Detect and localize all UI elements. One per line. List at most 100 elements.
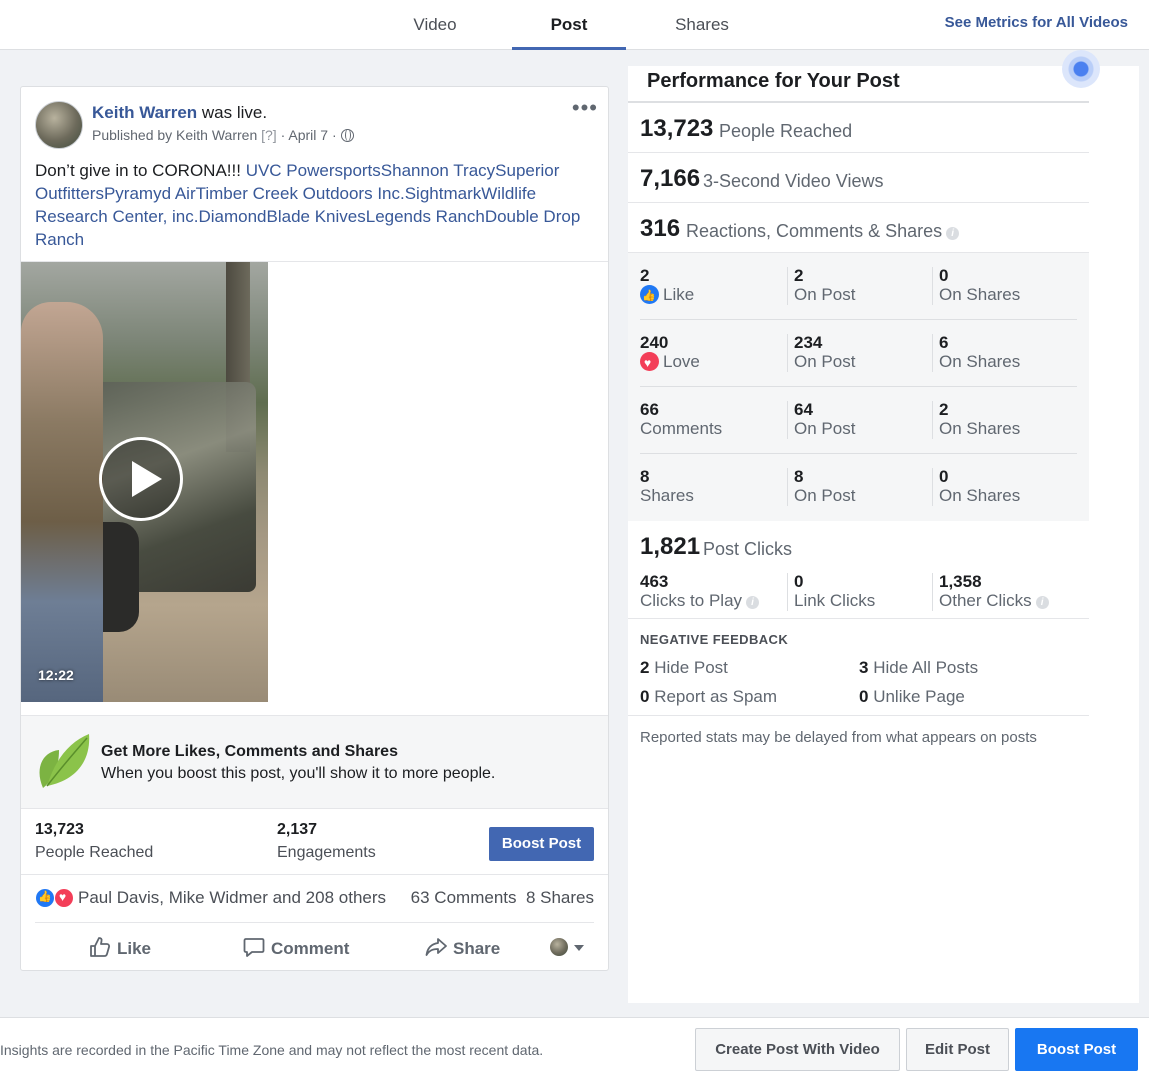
share-label: Share bbox=[453, 939, 501, 958]
video-duration: 12:22 bbox=[38, 667, 74, 683]
comment-share-counts: 63 Comments 8 Shares bbox=[411, 888, 594, 908]
comments-on-post-cell: 64 On Post bbox=[787, 401, 855, 439]
share-button[interactable]: Share bbox=[425, 936, 500, 959]
on-post-label: On Post bbox=[794, 285, 856, 304]
other-clicks-cell: 1,358 Other Clicks i bbox=[932, 573, 1049, 611]
unlike-page-value: 0 bbox=[859, 687, 869, 706]
post-clicks-value: 1,821 bbox=[640, 533, 701, 560]
thumbnail-person bbox=[21, 302, 103, 702]
help-marker[interactable]: [?] bbox=[261, 127, 277, 143]
published-line: Published by Keith Warren [?] · April 7 … bbox=[92, 127, 354, 143]
on-shares-label: On Shares bbox=[939, 285, 1021, 304]
like-button[interactable]: Like bbox=[89, 936, 151, 959]
tag-link[interactable]: UVC Powersports bbox=[246, 161, 381, 180]
info-icon[interactable]: i bbox=[946, 227, 960, 240]
clicks-to-play-label: Clicks to Play i bbox=[640, 591, 760, 611]
engagement-label-text: Reactions, Comments & Shares bbox=[686, 221, 943, 241]
author-line: Keith Warren was live. bbox=[92, 103, 267, 123]
people-reached-row: 13,723 People Reached bbox=[628, 103, 1089, 153]
boost-post-button[interactable]: Boost Post bbox=[489, 827, 594, 861]
boost-promo: Get More Likes, Comments and Shares When… bbox=[21, 715, 608, 809]
comments-on-post-value: 64 bbox=[794, 400, 813, 419]
comment-button[interactable]: Comment bbox=[243, 936, 349, 959]
people-reached-label: People Reached bbox=[35, 844, 154, 861]
engagements-label: Engagements bbox=[277, 844, 376, 861]
shares-on-shares-cell: 0 On Shares bbox=[932, 468, 1020, 506]
promo-title: Get More Likes, Comments and Shares bbox=[101, 743, 398, 760]
play-icon[interactable] bbox=[99, 437, 183, 521]
info-icon[interactable]: i bbox=[1035, 596, 1049, 609]
comments-total-cell: 66 Comments bbox=[640, 401, 722, 439]
top-tab-bar: Video Post Shares See Metrics for All Vi… bbox=[0, 0, 1149, 50]
people-reached-value: 13,723 bbox=[35, 821, 84, 838]
shares-on-post-value: 8 bbox=[794, 467, 804, 486]
tag-link[interactable]: Sightmark bbox=[405, 184, 482, 203]
on-post-label: On Post bbox=[794, 419, 856, 438]
comments-label: Comments bbox=[640, 419, 723, 438]
video-thumbnail[interactable]: 12:22 bbox=[21, 262, 268, 702]
love-on-post-cell: 234 On Post bbox=[787, 334, 855, 372]
link-clicks-cell: 0 Link Clicks bbox=[787, 573, 875, 611]
video-views-value: 7,166 bbox=[640, 165, 701, 192]
video-views-label: 3-Second Video Views bbox=[703, 171, 884, 191]
edit-post-button[interactable]: Edit Post bbox=[906, 1028, 1009, 1071]
reactor-names[interactable]: Paul Davis, Mike Widmer and 208 others bbox=[78, 888, 386, 908]
like-label: Like bbox=[117, 939, 152, 958]
tag-link[interactable]: Legends Ranch bbox=[366, 207, 485, 226]
author-name-link[interactable]: Keith Warren bbox=[92, 103, 197, 122]
reactions-breakdown: 2 Like 2 On Post 0 On Shares 240 Love 23… bbox=[628, 253, 1089, 521]
love-reaction-icon bbox=[640, 352, 659, 373]
boost-post-button[interactable]: Boost Post bbox=[1015, 1028, 1138, 1071]
like-total: 2 bbox=[640, 266, 650, 285]
tag-link[interactable]: Pyramyd Air bbox=[104, 184, 196, 203]
clicks-to-play-cell: 463 Clicks to Play i bbox=[640, 572, 760, 611]
engagement-label: Reactions, Comments & Shares i bbox=[686, 221, 960, 242]
author-avatar[interactable] bbox=[35, 101, 83, 149]
reaction-icons[interactable] bbox=[35, 888, 77, 908]
love-on-post-value: 234 bbox=[794, 333, 823, 352]
hide-post-label: Hide Post bbox=[654, 658, 728, 677]
people-reached-value: 13,723 bbox=[640, 115, 714, 142]
shares-count[interactable]: 8 Shares bbox=[526, 888, 594, 907]
tab-post[interactable]: Post bbox=[512, 0, 626, 50]
tag-link[interactable]: Timber Creek Outdoors Inc. bbox=[196, 184, 405, 203]
report-spam-stat: 0 Report as Spam bbox=[640, 687, 777, 707]
chevron-down-icon[interactable] bbox=[574, 945, 584, 951]
share-icon bbox=[425, 938, 447, 956]
tag-link[interactable]: Shannon Tracy bbox=[381, 161, 495, 180]
post-preview-card: Keith Warren was live. Published by Keit… bbox=[20, 86, 609, 971]
published-by: Published by Keith Warren bbox=[92, 127, 258, 143]
post-date[interactable]: April 7 bbox=[288, 127, 328, 143]
negative-feedback-title: NEGATIVE FEEDBACK bbox=[640, 632, 789, 647]
globe-icon bbox=[340, 129, 354, 142]
on-post-label: On Post bbox=[794, 352, 856, 371]
post-clicks-row: 1,821 Post Clicks bbox=[628, 521, 1089, 571]
profile-avatar-icon[interactable] bbox=[550, 938, 568, 956]
tab-shares[interactable]: Shares bbox=[646, 0, 758, 50]
comment-label: Comment bbox=[271, 939, 350, 958]
tag-link[interactable]: DiamondBlade Knives bbox=[198, 207, 365, 226]
post-stats-row: 13,723 People Reached 2,137 Engagements … bbox=[21, 809, 608, 875]
on-shares-label: On Shares bbox=[939, 419, 1021, 438]
video-area: 12:22 bbox=[21, 261, 608, 702]
breakdown-row-like: 2 Like 2 On Post 0 On Shares bbox=[628, 253, 1089, 320]
delay-note: Reported stats may be delayed from what … bbox=[640, 729, 1037, 746]
post-clicks-label: Post Clicks bbox=[703, 539, 793, 559]
tab-video[interactable]: Video bbox=[380, 0, 490, 50]
create-post-with-video-button[interactable]: Create Post With Video bbox=[695, 1028, 900, 1071]
link-clicks-value: 0 bbox=[794, 572, 804, 591]
clicks-to-play-value: 463 bbox=[640, 572, 669, 591]
comments-count[interactable]: 63 Comments bbox=[411, 888, 517, 907]
breakdown-row-shares: 8 Shares 8 On Post 0 On Shares bbox=[628, 454, 1089, 521]
timezone-note: Insights are recorded in the Pacific Tim… bbox=[0, 1042, 544, 1058]
info-icon[interactable]: i bbox=[746, 596, 760, 609]
love-on-shares-cell: 6 On Shares bbox=[932, 334, 1020, 372]
status-dot-icon bbox=[1062, 50, 1100, 88]
see-metrics-link[interactable]: See Metrics for All Videos bbox=[945, 14, 1128, 31]
love-label-text: Love bbox=[663, 352, 700, 371]
more-dots-icon[interactable]: ••• bbox=[572, 95, 598, 121]
link-clicks-label: Link Clicks bbox=[794, 591, 876, 610]
other-clicks-value: 1,358 bbox=[939, 572, 982, 591]
other-clicks-label: Other Clicks i bbox=[939, 591, 1049, 611]
breakdown-row-comments: 66 Comments 64 On Post 2 On Shares bbox=[628, 387, 1089, 454]
